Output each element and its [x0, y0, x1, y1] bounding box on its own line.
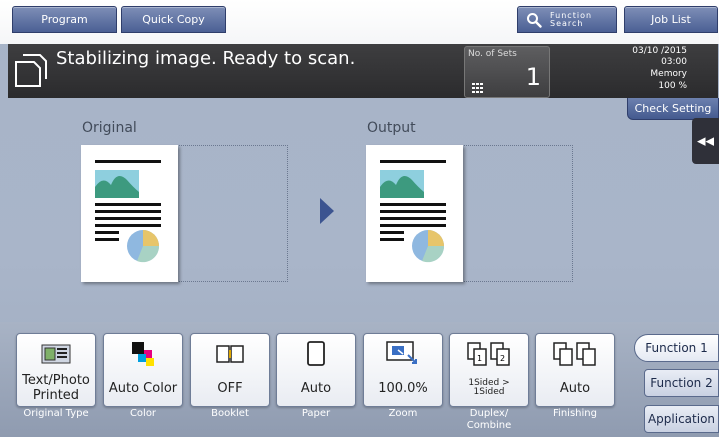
paper-icon — [277, 340, 355, 368]
color-caption: Color — [129, 408, 157, 419]
color-value: Auto Color — [108, 380, 178, 396]
text-photo-icon — [17, 340, 95, 368]
duplex-caption: Duplex/ Combine — [466, 408, 512, 431]
date-text: 03/10 /2015 — [632, 46, 687, 56]
function-1-label: Function 1 — [645, 341, 708, 355]
booklet-button[interactable]: OFF — [190, 333, 270, 407]
check-setting-label: Check Setting — [634, 102, 712, 115]
original-label: Original — [82, 120, 137, 136]
paper-button[interactable]: Auto — [276, 333, 356, 407]
booklet-icon — [191, 340, 269, 368]
job-list-button[interactable]: Job List — [624, 6, 718, 33]
memory-label: Memory — [650, 69, 687, 79]
application-label: Application — [647, 412, 716, 426]
duplex-value: 1Sided > 1Sided — [468, 378, 510, 397]
svg-text:1: 1 — [477, 354, 482, 363]
original-page-preview — [81, 145, 178, 282]
paper-caption: Paper — [301, 408, 331, 419]
function-2-label: Function 2 — [650, 376, 713, 390]
finishing-value: Auto — [559, 380, 591, 396]
sets-label: No. of Sets — [468, 49, 517, 59]
function-search-label: Function Search — [550, 11, 592, 28]
application-tab[interactable]: Application — [644, 405, 719, 433]
finishing-icon — [536, 340, 614, 368]
copy-screen: Program Quick Copy Function Search Job L… — [0, 0, 719, 437]
quick-copy-button[interactable]: Quick Copy — [121, 6, 226, 33]
duplex-combine-button[interactable]: 1 2 1Sided > 1Sided — [449, 333, 529, 407]
color-icon — [104, 340, 182, 368]
status-message: Stabilizing image. Ready to scan. — [56, 48, 356, 69]
paper-value: Auto — [300, 380, 332, 396]
copy-pages-icon — [15, 54, 47, 87]
keypad-icon — [472, 83, 483, 93]
color-button[interactable]: Auto Color — [103, 333, 183, 407]
finishing-button[interactable]: Auto — [535, 333, 615, 407]
function-1-tab[interactable]: Function 1 — [634, 334, 719, 362]
zoom-value: 100.0% — [378, 380, 428, 396]
original-type-value: Text/Photo Printed — [22, 373, 90, 403]
double-chevron-left-icon: ◂◂ — [696, 131, 715, 151]
booklet-value: OFF — [217, 380, 243, 396]
check-setting-button[interactable]: Check Setting — [627, 98, 719, 120]
function-search-line2: Search — [550, 18, 584, 28]
number-of-sets-box[interactable]: No. of Sets 1 — [464, 46, 550, 98]
program-label: Program — [41, 13, 88, 26]
finishing-caption: Finishing — [553, 408, 597, 419]
output-label: Output — [367, 120, 416, 136]
original-type-button[interactable]: Text/Photo Printed — [16, 333, 96, 407]
quick-copy-label: Quick Copy — [142, 13, 205, 26]
sets-value: 1 — [525, 63, 541, 91]
document-thumbnail-icon — [95, 160, 161, 263]
document-thumbnail-icon — [380, 160, 446, 263]
program-button[interactable]: Program — [12, 6, 117, 33]
zoom-icon — [364, 340, 442, 368]
arrow-right-icon — [320, 198, 334, 224]
collapse-panel-button[interactable]: ◂◂ — [692, 118, 719, 164]
output-page-preview — [366, 145, 463, 282]
booklet-caption: Booklet — [211, 408, 249, 419]
original-type-caption: Original Type — [23, 408, 89, 419]
time-text: 03:00 — [661, 57, 687, 67]
function-2-tab[interactable]: Function 2 — [644, 369, 719, 397]
memory-value: 100 % — [658, 81, 687, 91]
function-search-button[interactable]: Function Search — [517, 6, 617, 33]
job-list-label: Job List — [651, 13, 691, 26]
duplex-icon: 1 2 — [450, 340, 528, 368]
zoom-button[interactable]: 100.0% — [363, 333, 443, 407]
svg-text:2: 2 — [500, 354, 505, 363]
search-icon — [527, 12, 542, 28]
zoom-caption: Zoom — [388, 408, 418, 419]
